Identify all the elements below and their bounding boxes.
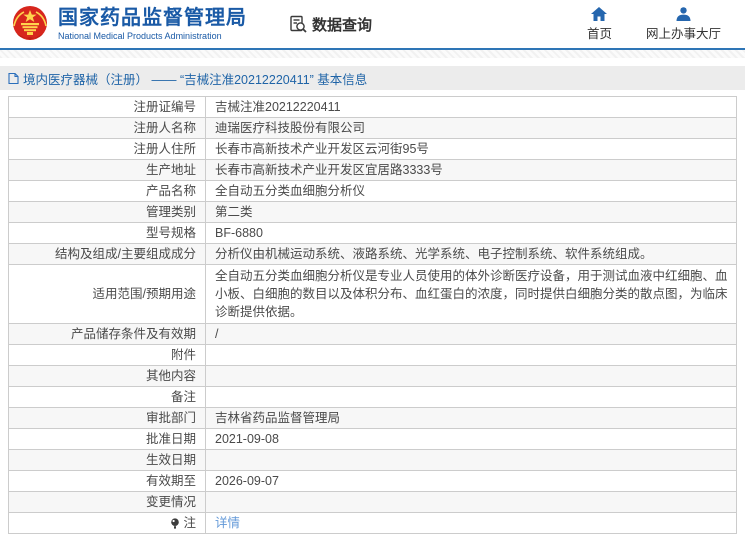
row-label: 产品名称 bbox=[9, 181, 206, 201]
user-icon bbox=[676, 6, 691, 21]
row-value: 全自动五分类血细胞分析仪 bbox=[215, 184, 366, 198]
row-label: 生产地址 bbox=[9, 160, 206, 180]
row-label: 有效期至 bbox=[9, 471, 206, 491]
table-row: 生效日期 bbox=[9, 450, 736, 471]
row-label-text: 适用范围/预期用途 bbox=[92, 287, 196, 301]
table-row: 其他内容 bbox=[9, 366, 736, 387]
table-row: 注册证编号 吉械注准20212220411 bbox=[9, 97, 736, 118]
row-label: 其他内容 bbox=[9, 366, 206, 386]
nav-home[interactable]: 首页 bbox=[586, 6, 612, 42]
row-value: 吉林省药品监督管理局 bbox=[215, 411, 341, 425]
row-label-text: 注册证编号 bbox=[133, 100, 196, 114]
row-label-text: 型号规格 bbox=[145, 226, 196, 240]
nav-service-hall[interactable]: 网上办事大厅 bbox=[645, 6, 721, 42]
table-row: 变更情况 bbox=[9, 492, 736, 513]
row-label: 产品储存条件及有效期 bbox=[9, 324, 206, 344]
table-row: 注册人名称 迪瑞医疗科技股份有限公司 bbox=[9, 118, 736, 139]
row-label-text: 注册人住所 bbox=[133, 142, 196, 156]
home-icon bbox=[591, 6, 608, 21]
row-label-text: 其他内容 bbox=[145, 369, 196, 383]
nav-service-hall-label: 网上办事大厅 bbox=[645, 26, 721, 41]
row-label-text: 有效期至 bbox=[145, 474, 196, 488]
row-label: 注册证编号 bbox=[9, 97, 206, 117]
row-label-text: 附件 bbox=[170, 348, 196, 362]
nav-data-query[interactable]: 数据查询 bbox=[289, 14, 372, 35]
row-label-text: 备注 bbox=[170, 390, 196, 404]
table-row: 有效期至 2026-09-07 bbox=[9, 471, 736, 492]
table-row: 批准日期 2021-09-08 bbox=[9, 429, 736, 450]
decorative-strip bbox=[0, 50, 745, 58]
row-label-text: 产品储存条件及有效期 bbox=[70, 327, 196, 341]
table-row: 适用范围/预期用途 全自动五分类血细胞分析仪是专业人员使用的体外诊断医疗设备，用于… bbox=[9, 265, 736, 324]
row-label-text: 审批部门 bbox=[145, 411, 196, 425]
row-label-text: 生产地址 bbox=[145, 163, 196, 177]
row-label: 注册人住所 bbox=[9, 139, 206, 159]
data-query-icon bbox=[289, 15, 308, 34]
table-row: 产品储存条件及有效期 / bbox=[9, 324, 736, 345]
table-row: 型号规格 BF-6880 bbox=[9, 223, 736, 244]
row-value bbox=[206, 450, 736, 470]
row-value bbox=[206, 345, 736, 365]
row-label-text: 批准日期 bbox=[145, 432, 196, 446]
row-label: 备注 bbox=[9, 387, 206, 407]
nav-data-query-label: 数据查询 bbox=[312, 16, 373, 34]
breadcrumb: 境内医疗器械（注册） —— “吉械注准20212220411” 基本信息 bbox=[0, 66, 745, 90]
row-value: 长春市高新技术产业开发区宜居路3333号 bbox=[215, 163, 443, 177]
row-value: / bbox=[215, 327, 219, 341]
row-label: 型号规格 bbox=[9, 223, 206, 243]
row-value bbox=[206, 492, 736, 512]
agency-logo[interactable]: 国家药品监督管理局 National Medical Products Admi… bbox=[10, 4, 247, 44]
row-value: 第二类 bbox=[215, 205, 253, 219]
row-label-text: 产品名称 bbox=[145, 184, 196, 198]
agency-subtitle: National Medical Products Administration bbox=[58, 30, 222, 41]
row-value: 长春市高新技术产业开发区云河街95号 bbox=[215, 142, 429, 156]
row-label-text: 变更情况 bbox=[145, 495, 196, 509]
page-title: 境内医疗器械（注册） —— “吉械注准20212220411” 基本信息 bbox=[23, 72, 368, 87]
row-label-text: 注册人名称 bbox=[133, 121, 196, 135]
table-row: 备注 bbox=[9, 387, 736, 408]
table-row: 审批部门 吉林省药品监督管理局 bbox=[9, 408, 736, 429]
row-value: BF-6880 bbox=[215, 226, 263, 240]
row-label-text: 结构及组成/主要组成成分 bbox=[55, 247, 196, 261]
row-label: 附件 bbox=[9, 345, 206, 365]
row-label: 批准日期 bbox=[9, 429, 206, 449]
row-label: 变更情况 bbox=[9, 492, 206, 512]
row-label: 审批部门 bbox=[9, 408, 206, 428]
row-value: 分析仪由机械运动系统、液路系统、光学系统、电子控制系统、软件系统组成。 bbox=[215, 247, 653, 261]
row-value: 详情 bbox=[206, 513, 736, 533]
row-value: 2026-09-07 bbox=[215, 474, 279, 488]
table-row: 注册人住所 长春市高新技术产业开发区云河街95号 bbox=[9, 139, 736, 160]
row-label-text: 注 bbox=[183, 516, 196, 530]
row-value bbox=[206, 366, 736, 386]
table-row: 结构及组成/主要组成成分 分析仪由机械运动系统、液路系统、光学系统、电子控制系统、… bbox=[9, 244, 736, 265]
nav-home-label: 首页 bbox=[586, 26, 612, 41]
row-value: 吉械注准20212220411 bbox=[215, 100, 341, 114]
detail-link[interactable]: 详情 bbox=[215, 513, 240, 533]
row-value: 2021-09-08 bbox=[215, 432, 279, 446]
row-label: 结构及组成/主要组成成分 bbox=[9, 244, 206, 264]
registration-info-table: 注册证编号 吉械注准20212220411 注册人名称 迪瑞医疗科技股份有限公司 注册人… bbox=[8, 96, 737, 534]
row-label: 生效日期 bbox=[9, 450, 206, 470]
row-value bbox=[206, 387, 736, 407]
row-label-text: 生效日期 bbox=[145, 453, 196, 467]
row-label-text: 管理类别 bbox=[145, 205, 196, 219]
table-row: 生产地址 长春市高新技术产业开发区宜居路3333号 bbox=[9, 160, 736, 181]
document-icon bbox=[8, 72, 19, 85]
national-emblem-icon bbox=[10, 4, 50, 44]
table-row: 产品名称 全自动五分类血细胞分析仪 bbox=[9, 181, 736, 202]
table-row: 管理类别 第二类 bbox=[9, 202, 736, 223]
site-header: 国家药品监督管理局 National Medical Products Admi… bbox=[0, 0, 745, 50]
table-row: 附件 bbox=[9, 345, 736, 366]
row-value: 迪瑞医疗科技股份有限公司 bbox=[215, 121, 366, 135]
table-row: 注 详情 bbox=[9, 513, 736, 534]
row-value: 全自动五分类血细胞分析仪是专业人员使用的体外诊断医疗设备，用于测试血液中红细胞、… bbox=[215, 269, 728, 319]
row-label: 管理类别 bbox=[9, 202, 206, 222]
agency-title: 国家药品监督管理局 bbox=[58, 6, 247, 29]
note-bulb-icon bbox=[171, 517, 180, 529]
row-label: 注 bbox=[9, 513, 206, 533]
row-label: 适用范围/预期用途 bbox=[9, 265, 206, 323]
row-label: 注册人名称 bbox=[9, 118, 206, 138]
